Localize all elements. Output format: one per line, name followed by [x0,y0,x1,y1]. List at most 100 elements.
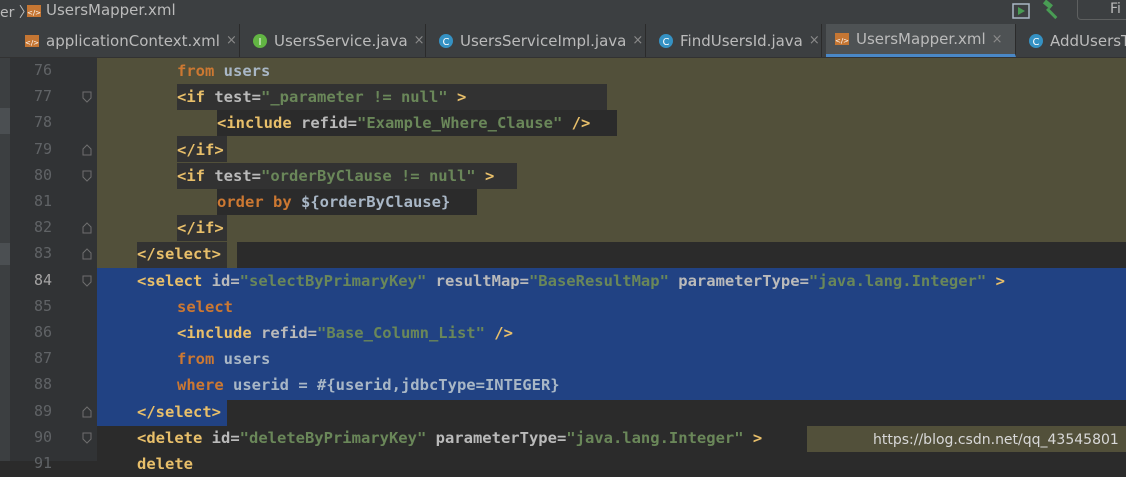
line-number: 81 [33,192,52,210]
line-number: 78 [33,113,52,132]
fold-marker-icon[interactable] [82,143,92,156]
xml-file-icon: </> [835,33,849,45]
code-token: parameterType= [668,271,809,290]
code-token: "deleteByPrimaryKey" [239,428,427,447]
code-token: </if> [177,219,224,238]
line-number: 77 [33,87,52,106]
code-token: test= [205,166,261,185]
tab-adduserste[interactable]: C AddUsersTe [1020,24,1126,57]
code-token: resultMap= [426,271,529,290]
code-token: <include [177,324,252,342]
svg-text:C: C [1033,37,1040,48]
line-number: 82 [33,218,52,237]
svg-text:</>: </> [25,39,39,47]
code-token: delete [137,455,193,473]
svg-text:</>: </> [835,37,849,45]
build-hammer-icon[interactable] [1040,0,1062,20]
xml-file-icon: </> [25,34,39,47]
code-token: id= [202,271,240,290]
close-icon[interactable]: × [632,33,643,48]
fold-marker-icon[interactable] [82,170,92,182]
tab-usersserviceimpl-java[interactable]: C UsersServiceImpl.java × [430,24,646,57]
code-line: select [177,294,233,320]
code-token: <select [137,271,203,290]
line-number: 76 [33,61,52,79]
code-token: > [475,166,495,185]
code-token: "Example_Where_Clause" [356,114,563,133]
code-token: refid= [291,114,357,133]
line-number: 87 [33,349,52,368]
fold-marker-icon[interactable] [82,432,92,444]
code-line: from users [177,346,270,372]
code-token: "_parameter != null" [261,88,448,107]
code-line: <include refid="Base_Column_List" /> [177,320,513,346]
xml-file-icon: </> [27,5,41,17]
code-token: order by [217,193,292,211]
code-token: from [177,350,215,369]
code-token: </select> [137,245,221,264]
fold-marker-icon[interactable] [82,91,92,103]
code-token: from [177,62,215,80]
close-icon[interactable]: × [809,33,820,48]
code-line: <select id="selectByPrimaryKey" resultMa… [137,268,1005,294]
code-line: <include refid="Example_Where_Clause" /> [217,110,590,136]
tab-label: FindUsersId.java [680,31,803,50]
left-strip-marker [0,108,10,134]
close-icon[interactable]: × [226,33,237,48]
editor-tab-bar: </> applicationContext.xml × I UsersService.… [0,24,1126,58]
fold-marker-icon[interactable] [82,405,92,418]
find-button[interactable]: Fi [1077,0,1126,20]
code-line: </if> [177,137,224,163]
title-bar: er 〉 </> UsersMapper.xml Fi [0,0,1126,24]
code-line: <if test="orderByClause != null" > [177,163,494,189]
tab-label: AddUsersTe [1050,31,1126,50]
fold-marker-icon[interactable] [82,222,92,234]
code-token: </select> [137,402,221,421]
code-token: "BaseResultMap" [528,271,669,290]
csdn-watermark: https://blog.csdn.net/qq_43545801 [873,432,1119,448]
code-token: </if> [177,140,224,159]
line-number: 89 [33,401,52,420]
class-icon: C [1029,33,1043,48]
left-strip-marker [0,243,10,265]
left-tool-strip [0,58,10,461]
tab-findusersid-java[interactable]: C FindUsersId.java × [650,24,822,57]
tab-usersservice-java[interactable]: I UsersService.java × [244,24,426,57]
tab-label: applicationContext.xml [46,31,220,50]
run-icon[interactable] [1012,2,1030,20]
class-icon: C [439,33,453,48]
code-token: <if [177,166,205,185]
code-token: <if [177,88,205,107]
tab-label: UsersServiceImpl.java [460,31,627,50]
code-line: </select> [137,241,221,267]
code-token: "java.lang.Integer" [566,428,744,447]
tab-applicationcontext-xml[interactable]: </> applicationContext.xml × [16,24,240,57]
code-token: users [214,62,271,80]
tab-label: UsersMapper.xml [856,30,986,48]
close-icon[interactable]: × [992,32,1003,47]
code-line: delete [137,451,193,477]
line-number: 91 [33,454,52,472]
code-token: where [177,376,224,395]
code-line: from users [177,58,270,84]
code-token: "orderByClause != null" [261,166,476,185]
tab-usersmapper-xml[interactable]: </> UsersMapper.xml × [826,24,1016,57]
find-label: Fi [1110,1,1121,17]
code-line: order by ${orderByClause} [217,189,450,215]
code-token: users [214,350,271,369]
code-token: id= [202,428,240,447]
code-line: </if> [177,215,224,241]
svg-text:C: C [443,37,450,48]
fold-marker-icon[interactable] [82,275,92,287]
code-token: /> [484,324,513,342]
line-number: 83 [33,244,52,263]
code-token: > [447,88,467,107]
code-line: <if test="_parameter != null" > [177,84,466,110]
code-line: <delete id="deleteByPrimaryKey" paramete… [137,425,762,451]
code-token: "java.lang.Integer" [808,271,987,290]
code-editor[interactable]: from users <if test="_parameter != null" … [97,58,1126,473]
close-icon[interactable]: × [414,33,425,48]
fold-marker-icon[interactable] [82,248,92,260]
line-number: 86 [33,323,52,341]
tab-label: UsersService.java [274,31,408,50]
